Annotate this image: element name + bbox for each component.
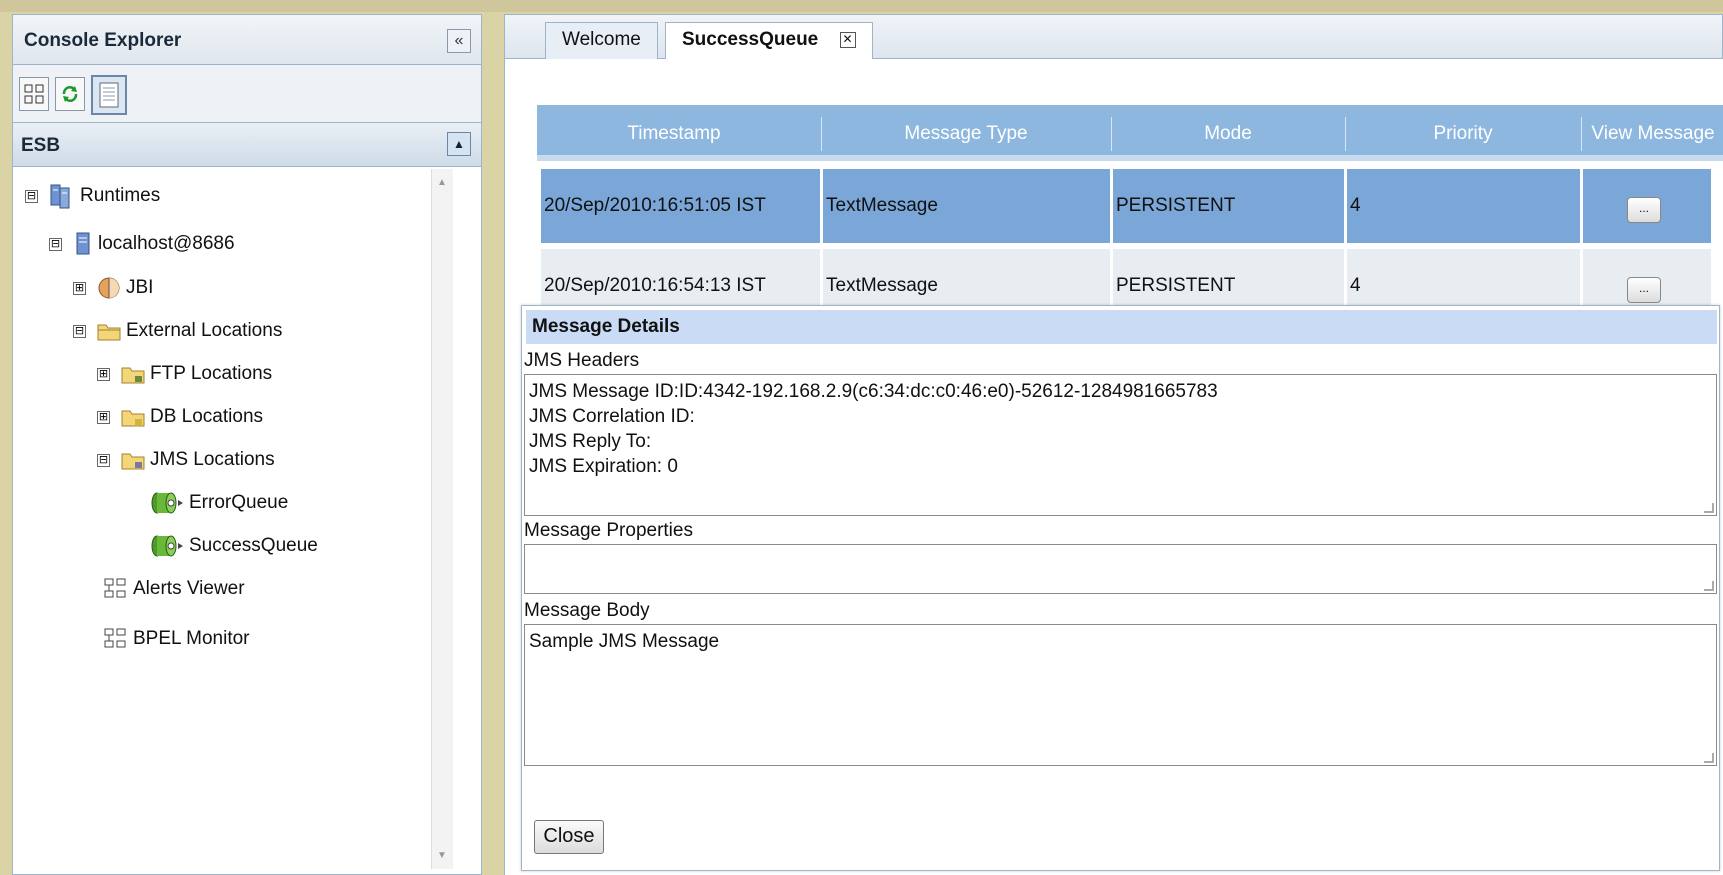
folder-icon <box>97 324 121 341</box>
tree-item-label: FTP Locations <box>150 363 273 384</box>
tree-item-label: DB Locations <box>150 406 264 427</box>
tree-item-label: BPEL Monitor <box>133 628 250 649</box>
tree-item-label: JMS Locations <box>150 449 275 470</box>
tree-item-errorqueue[interactable]: ErrorQueue <box>149 488 288 518</box>
refresh-icon <box>62 86 78 102</box>
jms-header-line: JMS Reply To: <box>529 431 652 452</box>
esb-section-title: ESB <box>21 135 61 156</box>
message-body-value: Sample JMS Message <box>529 631 720 652</box>
jms-headers-label: JMS Headers <box>524 350 640 371</box>
tab-content: Timestamp Message Type Mode Priority Vie… <box>505 59 1723 875</box>
explorer-toolbar <box>13 65 481 123</box>
view-message-button[interactable]: ... <box>1627 197 1661 223</box>
tree-item-alerts-viewer[interactable]: Alerts Viewer <box>103 574 245 604</box>
esb-section-header[interactable]: ESB ▲ <box>13 123 481 167</box>
grid-header: Timestamp Message Type Mode Priority Vie… <box>537 105 1723 161</box>
column-header-priority[interactable]: Priority <box>1346 123 1580 145</box>
folder-icon <box>121 410 145 427</box>
tree-scrollbar[interactable]: ▲ ▼ <box>431 169 453 869</box>
explorer-tree: ⊟ Runtimes ⊟ localhost@8686 ⊞ JBI ⊟ Exte… <box>13 169 433 869</box>
column-header-mode[interactable]: Mode <box>1112 123 1344 145</box>
message-details-dialog: Message Details JMS Headers JMS Message … <box>521 305 1720 871</box>
scroll-up-icon[interactable]: ▲ <box>437 177 447 188</box>
message-properties-label: Message Properties <box>524 520 693 541</box>
expand-toggle-icon[interactable]: ⊞ <box>97 367 110 381</box>
tree-item-label: localhost@8686 <box>98 233 235 254</box>
tab-label: Welcome <box>562 29 641 50</box>
tree-item-ftp-locations[interactable]: ⊞ FTP Locations <box>97 359 272 389</box>
cell-message-type: TextMessage <box>823 169 1110 243</box>
scroll-down-icon[interactable]: ▼ <box>437 850 447 861</box>
queue-icon <box>151 535 183 557</box>
tree-item-runtimes[interactable]: ⊟ Runtimes <box>25 181 160 211</box>
runtimes-icon <box>50 184 70 209</box>
refresh-button[interactable] <box>55 77 85 111</box>
message-body-label: Message Body <box>524 600 650 621</box>
esb-collapse-button[interactable]: ▲ <box>447 132 471 156</box>
tree-item-label: SuccessQueue <box>189 535 318 556</box>
tab-welcome[interactable]: Welcome <box>545 22 658 59</box>
collapse-toggle-icon[interactable]: ⊟ <box>25 189 38 203</box>
tree-item-label: ErrorQueue <box>189 492 289 513</box>
resize-handle-icon[interactable] <box>1704 581 1714 591</box>
collapse-toggle-icon[interactable]: ⊟ <box>49 237 62 251</box>
monitor-icon <box>104 628 126 648</box>
close-button[interactable]: Close <box>534 820 604 854</box>
jms-header-line: JMS Expiration: 0 <box>529 456 678 477</box>
queue-icon <box>151 492 183 514</box>
column-header-message-type[interactable]: Message Type <box>822 123 1110 145</box>
expand-toggle-icon[interactable]: ⊞ <box>73 281 86 295</box>
tree-item-label: Alerts Viewer <box>133 578 245 599</box>
console-explorer-panel: Console Explorer « ESB ▲ ⊟ Runtimes ⊟ lo… <box>12 14 482 875</box>
folder-icon <box>121 367 145 384</box>
jbi-icon <box>98 277 120 299</box>
message-grid: Timestamp Message Type Mode Priority Vie… <box>537 105 1723 323</box>
message-body-textarea[interactable]: Sample JMS Message <box>524 624 1717 766</box>
tree-item-label: External Locations <box>126 320 283 341</box>
tree-view-icon <box>24 84 44 104</box>
column-header-timestamp[interactable]: Timestamp <box>537 123 811 145</box>
tree-item-jbi[interactable]: ⊞ JBI <box>73 273 153 303</box>
message-properties-textarea[interactable] <box>524 544 1717 594</box>
tab-bar: Welcome SuccessQueue ✕ <box>505 15 1722 60</box>
view-message-button[interactable]: ... <box>1627 277 1661 303</box>
top-strip <box>0 0 1723 12</box>
tree-item-localhost[interactable]: ⊟ localhost@8686 <box>49 229 235 259</box>
console-explorer-title: Console Explorer <box>24 30 182 51</box>
collapse-toggle-icon[interactable]: ⊟ <box>73 324 86 338</box>
folder-icon <box>121 453 145 470</box>
tree-item-successqueue[interactable]: SuccessQueue <box>149 531 318 561</box>
tab-successqueue[interactable]: SuccessQueue ✕ <box>665 22 873 60</box>
expand-toggle-icon[interactable]: ⊞ <box>97 410 110 424</box>
console-explorer-header: Console Explorer « <box>13 15 481 65</box>
jms-header-line: JMS Correlation ID: <box>529 406 695 427</box>
resize-handle-icon[interactable] <box>1704 503 1714 513</box>
cell-priority: 4 <box>1347 169 1580 243</box>
main-area: Welcome SuccessQueue ✕ Timestamp Message… <box>504 14 1723 875</box>
jms-header-line: JMS Message ID:ID:4342-192.168.2.9(c6:34… <box>529 381 1218 402</box>
collapse-toggle-icon[interactable]: ⊟ <box>97 453 110 467</box>
alerts-icon <box>104 578 126 598</box>
tree-item-jms-locations[interactable]: ⊟ JMS Locations <box>97 445 275 475</box>
tree-item-label: Runtimes <box>80 185 161 206</box>
server-icon <box>76 232 90 255</box>
close-icon[interactable]: ✕ <box>839 31 856 48</box>
tree-view-button[interactable] <box>19 77 49 111</box>
tab-label: SuccessQueue <box>682 29 819 50</box>
tree-item-external-locations[interactable]: ⊟ External Locations <box>73 316 282 346</box>
collapse-panel-button[interactable]: « <box>447 29 471 53</box>
table-row[interactable]: 20/Sep/2010:16:51:05 IST TextMessage PER… <box>537 167 1723 245</box>
dialog-title: Message Details <box>526 310 1717 344</box>
column-header-view-message[interactable]: View Message <box>1582 123 1723 145</box>
cell-mode: PERSISTENT <box>1113 169 1344 243</box>
tree-item-label: JBI <box>126 277 154 298</box>
tree-item-db-locations[interactable]: ⊞ DB Locations <box>97 402 263 432</box>
jms-headers-textarea[interactable]: JMS Message ID:ID:4342-192.168.2.9(c6:34… <box>524 374 1717 516</box>
tree-item-bpel-monitor[interactable]: BPEL Monitor <box>103 624 250 654</box>
list-view-icon <box>99 82 119 108</box>
resize-handle-icon[interactable] <box>1704 753 1714 763</box>
list-view-button[interactable] <box>91 75 127 115</box>
cell-timestamp: 20/Sep/2010:16:51:05 IST <box>541 169 820 243</box>
